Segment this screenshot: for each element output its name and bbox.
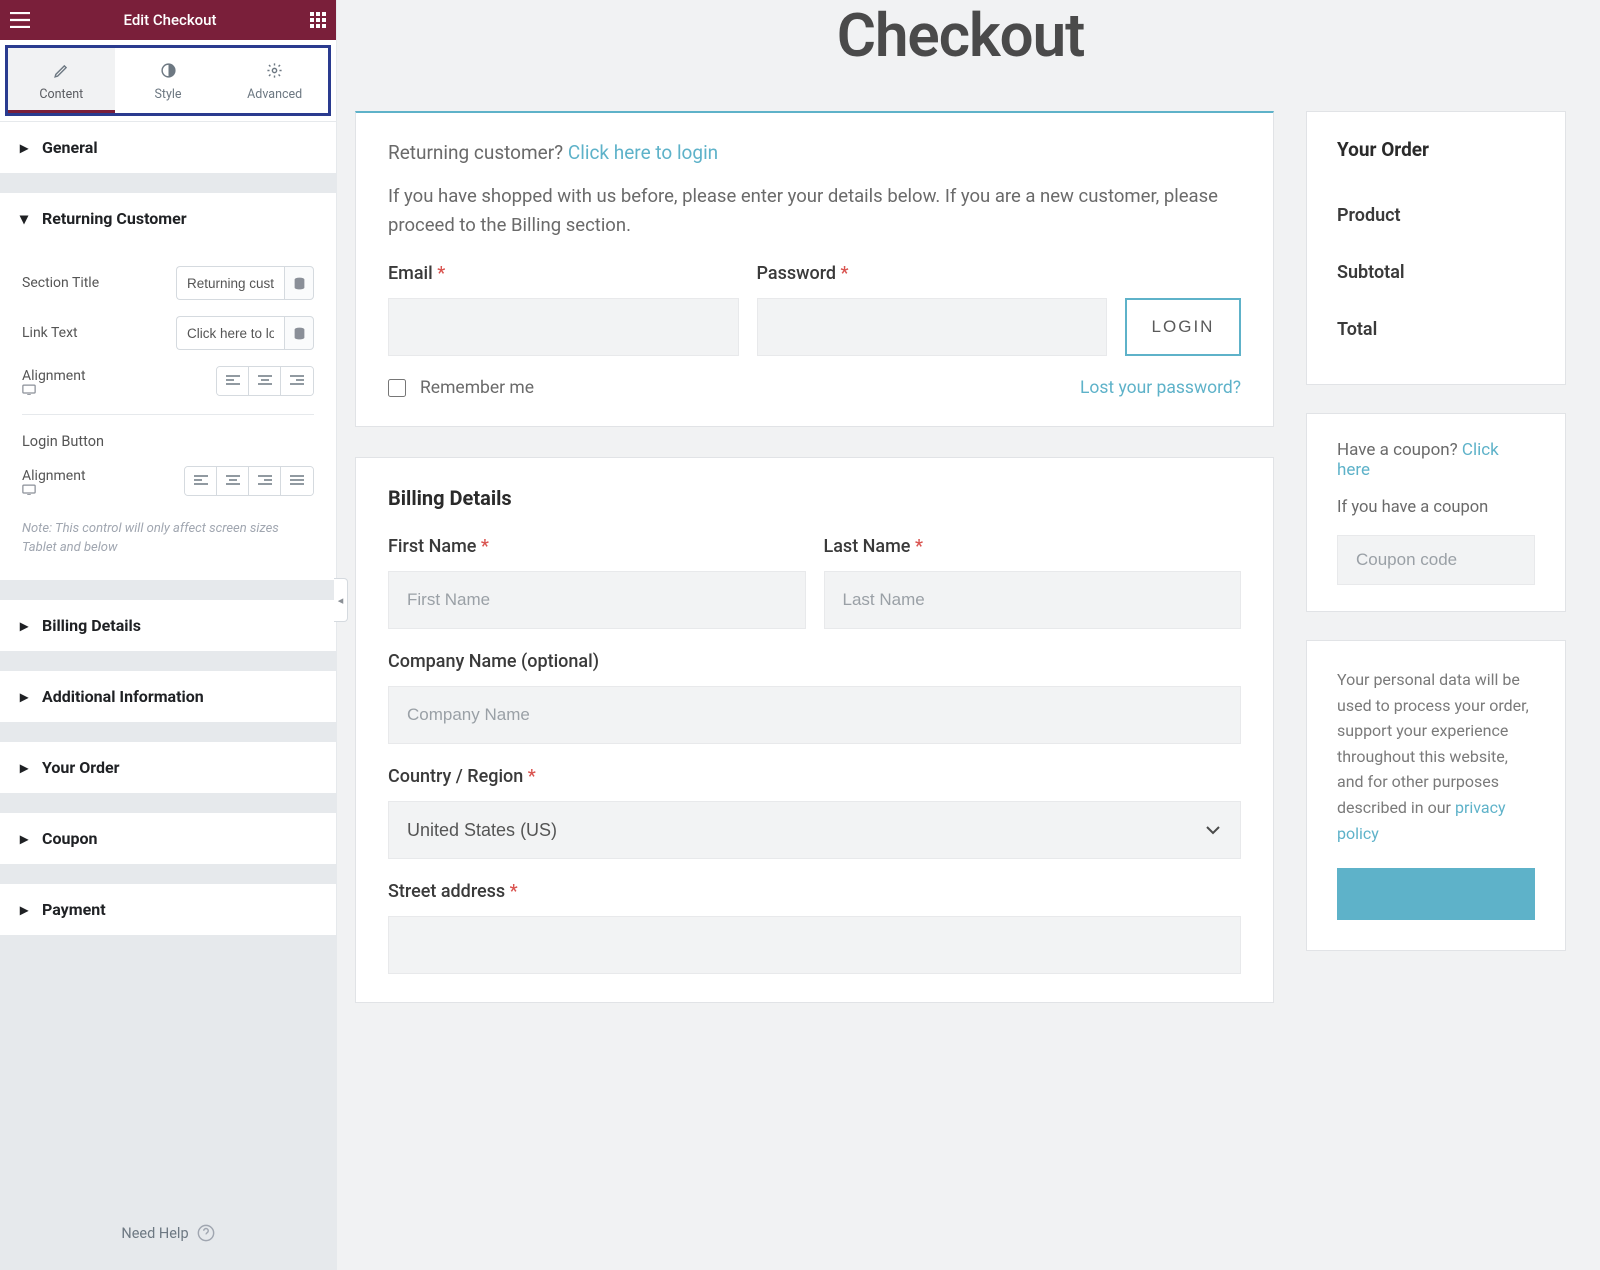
login-button[interactable]: LOGIN (1125, 298, 1241, 356)
caret-right-icon: ▸ (20, 138, 30, 157)
order-subtotal-row: Subtotal (1337, 244, 1535, 301)
remember-me-checkbox[interactable]: Remember me (388, 378, 534, 398)
database-icon (293, 277, 306, 290)
section-title-label: Section Title (22, 275, 99, 291)
section-payment[interactable]: ▸Payment (0, 884, 336, 935)
first-name-label: First Name * (388, 536, 806, 557)
tab-content[interactable]: Content (8, 48, 115, 113)
database-icon (293, 327, 306, 340)
menu-icon[interactable] (10, 12, 30, 28)
alignment-note: Note: This control will only affect scre… (22, 512, 314, 560)
sidebar-title: Edit Checkout (30, 11, 310, 29)
login-alignment-group (184, 466, 314, 496)
section-your-order[interactable]: ▸Your Order (0, 742, 336, 793)
privacy-text: Your personal data will be used to proce… (1337, 667, 1535, 846)
section-title-input[interactable] (176, 266, 284, 300)
returning-prompt: Returning customer? (388, 141, 568, 164)
preview-canvas: Checkout Returning customer? Click here … (337, 0, 1600, 1270)
align-left-button[interactable] (185, 467, 217, 495)
align-right-button[interactable] (249, 467, 281, 495)
your-order-card: Your Order Product Subtotal Total (1306, 111, 1566, 385)
tabs-highlight: Content Style Advanced (5, 45, 331, 116)
lost-password-link[interactable]: Lost your password? (1080, 378, 1241, 398)
login-alignment-label: Alignment (22, 468, 96, 495)
country-label: Country / Region * (388, 766, 1241, 787)
need-help-link[interactable]: Need Help (0, 1195, 336, 1270)
email-field[interactable] (388, 298, 739, 356)
login-button-heading: Login Button (22, 414, 314, 450)
last-name-label: Last Name * (824, 536, 1242, 557)
billing-card: Billing Details First Name * Last Name * (355, 457, 1274, 1003)
order-total-row: Total (1337, 301, 1535, 358)
street-label: Street address * (388, 881, 1241, 902)
contrast-icon (160, 62, 177, 79)
company-field[interactable] (388, 686, 1241, 744)
help-icon (197, 1224, 215, 1242)
collapse-sidebar-button[interactable]: ◂ (334, 578, 348, 622)
coupon-desc: If you have a coupon (1337, 498, 1535, 517)
returning-desc: If you have shopped with us before, plea… (388, 182, 1241, 239)
caret-right-icon: ▸ (20, 900, 30, 919)
editor-sidebar: Edit Checkout Content Style Advanced (0, 0, 337, 1270)
your-order-heading: Your Order (1337, 138, 1535, 161)
align-left-button[interactable] (217, 367, 249, 395)
returning-customer-card: Returning customer? Click here to login … (355, 111, 1274, 427)
dynamic-tags-button[interactable] (284, 316, 314, 350)
sidebar-header: Edit Checkout (0, 0, 336, 40)
alignment-group (216, 366, 314, 396)
company-label: Company Name (optional) (388, 651, 1241, 672)
align-justify-button[interactable] (281, 467, 313, 495)
section-billing-details[interactable]: ▸Billing Details (0, 600, 336, 651)
order-product-row: Product (1337, 187, 1535, 244)
caret-right-icon: ▸ (20, 616, 30, 635)
apps-icon[interactable] (310, 12, 326, 28)
coupon-code-field[interactable] (1337, 535, 1535, 585)
gear-icon (266, 62, 283, 79)
tab-style[interactable]: Style (115, 48, 222, 113)
coupon-prompt: Have a coupon? (1337, 440, 1462, 460)
align-center-button[interactable] (217, 467, 249, 495)
align-right-button[interactable] (281, 367, 313, 395)
section-coupon[interactable]: ▸Coupon (0, 813, 336, 864)
link-text-input[interactable] (176, 316, 284, 350)
caret-right-icon: ▸ (20, 829, 30, 848)
coupon-card: Have a coupon? Click here If you have a … (1306, 413, 1566, 612)
dynamic-tags-button[interactable] (284, 266, 314, 300)
responsive-icon[interactable] (22, 484, 96, 495)
chevron-left-icon: ◂ (338, 594, 344, 607)
align-center-button[interactable] (249, 367, 281, 395)
payment-card: Your personal data will be used to proce… (1306, 640, 1566, 951)
responsive-icon[interactable] (22, 384, 96, 395)
last-name-field[interactable] (824, 571, 1242, 629)
street-field[interactable] (388, 916, 1241, 974)
caret-right-icon: ▸ (20, 758, 30, 777)
link-text-label: Link Text (22, 325, 78, 341)
password-label: Password * (757, 263, 1108, 284)
place-order-button[interactable] (1337, 868, 1535, 920)
section-general[interactable]: ▸ General (0, 122, 336, 173)
page-title: Checkout (355, 0, 1566, 71)
alignment-label: Alignment (22, 368, 96, 395)
login-toggle-link[interactable]: Click here to login (568, 141, 718, 164)
tab-advanced[interactable]: Advanced (221, 48, 328, 113)
section-additional-information[interactable]: ▸Additional Information (0, 671, 336, 722)
section-returning-customer[interactable]: ▾ Returning Customer (0, 193, 336, 244)
caret-right-icon: ▸ (20, 687, 30, 706)
billing-heading: Billing Details (388, 486, 1241, 510)
pencil-icon (53, 62, 70, 79)
email-label: Email * (388, 263, 739, 284)
first-name-field[interactable] (388, 571, 806, 629)
caret-down-icon: ▾ (20, 209, 30, 228)
country-select[interactable]: United States (US) (388, 801, 1241, 859)
password-field[interactable] (757, 298, 1108, 356)
